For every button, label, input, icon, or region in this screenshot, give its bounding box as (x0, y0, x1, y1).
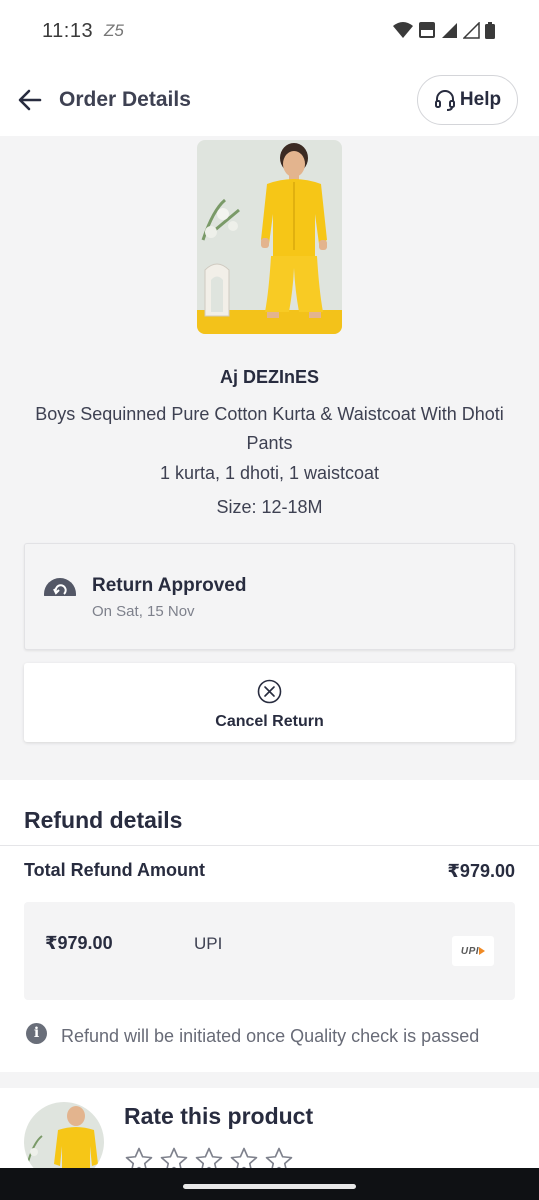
refund-method-card: ₹979.00 UPI UPI (24, 902, 515, 1000)
divider (0, 845, 539, 846)
refund-info-text: Refund will be initiated once Quality ch… (61, 1026, 480, 1046)
signal-weak-icon (463, 21, 480, 39)
product-contents: 1 kurta, 1 dhoti, 1 waistcoat (159, 463, 380, 483)
wifi-icon (393, 22, 413, 38)
rate-title: Rate this product (124, 1103, 314, 1129)
status-date: On Sat, 15 Nov (92, 603, 195, 620)
product-name: Boys Sequinned Pure Cotton Kurta & Waist… (35, 404, 504, 453)
system-nav-bar (0, 1168, 539, 1200)
battery-icon (485, 21, 495, 39)
order-status-card: Return Approved On Sat, 15 Nov (24, 543, 515, 650)
signal-icon (442, 22, 457, 38)
cancel-return-button[interactable]: Cancel Return (24, 663, 515, 742)
refund-method-amount: ₹979.00 (45, 933, 113, 953)
status-indicator: Z5 (104, 21, 124, 40)
status-time: 11:13 (42, 20, 94, 42)
volte-icon (419, 22, 435, 38)
home-gesture-handle[interactable] (183, 1184, 356, 1189)
help-button[interactable]: Help (417, 75, 518, 125)
refund-method-name: UPI (194, 934, 223, 953)
total-refund-amount: ₹979.00 (447, 861, 515, 881)
headset-icon (434, 90, 455, 111)
status-bar: 11:13 Z5 (0, 0, 539, 62)
product-brand: Aj DEZInES (219, 367, 319, 387)
info-icon: i (26, 1023, 47, 1044)
product-image[interactable] (197, 140, 342, 334)
cancel-return-label: Cancel Return (215, 713, 324, 730)
close-circle-icon (257, 679, 282, 704)
page-title: Order Details (59, 88, 191, 111)
app-header: Order Details Help (0, 62, 539, 136)
product-size: Size: 12-18M (216, 497, 323, 517)
total-refund-label: Total Refund Amount (24, 860, 205, 880)
upi-logo-icon: UPI (452, 936, 494, 966)
upi-logo-text: UPI (460, 945, 480, 957)
refund-title: Refund details (24, 807, 183, 833)
return-status-icon (44, 578, 76, 596)
upi-arrow-icon (479, 947, 486, 955)
status-icons (393, 21, 495, 39)
refund-section: Refund details Total Refund Amount ₹979.… (0, 780, 539, 1072)
help-label: Help (459, 89, 502, 110)
status-title: Return Approved (92, 575, 247, 596)
back-arrow-icon[interactable] (16, 86, 44, 114)
